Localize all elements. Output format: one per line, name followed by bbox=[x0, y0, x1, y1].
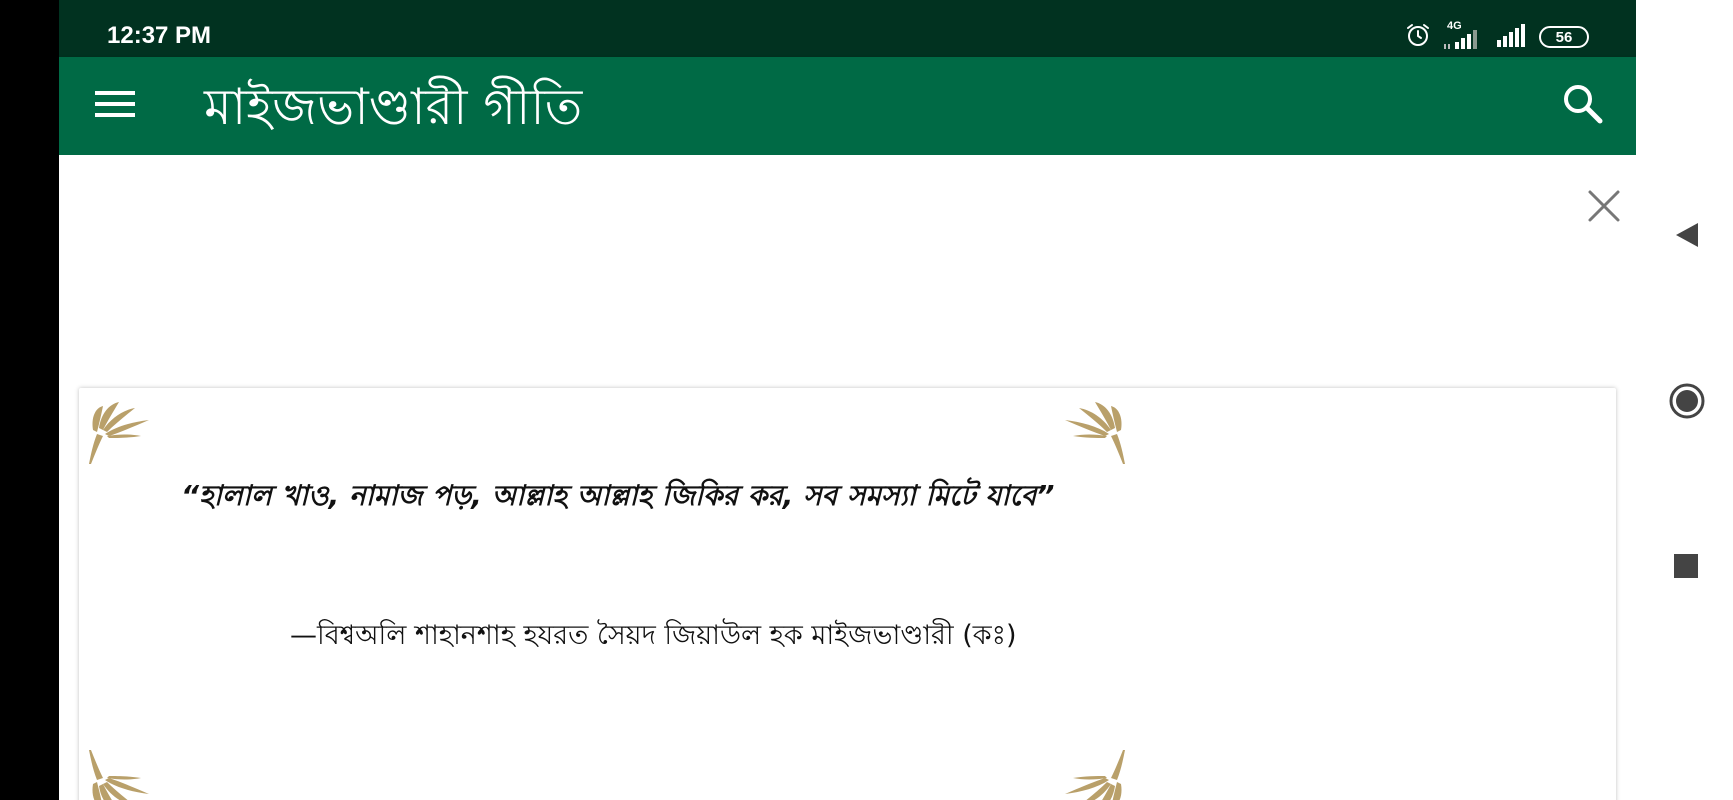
search-icon bbox=[1562, 83, 1604, 129]
app-bar: মাইজভাণ্ডারী গীতি bbox=[59, 57, 1636, 155]
back-triangle-icon bbox=[1676, 223, 1698, 247]
recents-square-icon bbox=[1674, 554, 1698, 578]
corner-ornament-icon bbox=[89, 750, 149, 800]
signal-4g-icon: 4G bbox=[1441, 20, 1485, 50]
signal-icon bbox=[1495, 22, 1529, 52]
alarm-icon bbox=[1405, 22, 1431, 52]
corner-ornament-icon bbox=[1065, 402, 1125, 464]
menu-button[interactable] bbox=[93, 84, 137, 128]
left-bezel bbox=[0, 0, 59, 800]
recents-button[interactable] bbox=[1673, 553, 1699, 579]
close-ad-button[interactable] bbox=[1584, 188, 1624, 228]
quote-card: “হালাল খাও, নামাজ পড়, আল্লাহ আল্লাহ জিক… bbox=[79, 388, 1616, 800]
hamburger-menu-icon bbox=[95, 88, 135, 124]
app-title: মাইজভাণ্ডারী গীতি bbox=[204, 78, 583, 136]
back-button[interactable] bbox=[1672, 220, 1702, 250]
quote-frame: “হালাল খাও, নামাজ পড়, আল্লাহ আল্লাহ জিক… bbox=[87, 396, 1137, 800]
search-button[interactable] bbox=[1560, 83, 1606, 129]
status-time: 12:37 PM bbox=[107, 22, 212, 49]
app-screen: 12:37 PM 4G 56 মাইজভাণ্ডারী গীতি “হালাল … bbox=[59, 0, 1636, 800]
corner-ornament-icon bbox=[1065, 750, 1125, 800]
home-circle-icon bbox=[1669, 383, 1705, 419]
quote-text: “হালাল খাও, নামাজ পড়, আল্লাহ আল্লাহ জিক… bbox=[181, 479, 1055, 512]
status-icons: 4G 56 bbox=[1405, 20, 1589, 52]
quote-author: —বিশ্বঅলি শাহানশাহ হযরত সৈয়দ জিয়াউল হক… bbox=[290, 620, 1017, 651]
home-button[interactable] bbox=[1668, 382, 1706, 420]
close-icon bbox=[1587, 189, 1621, 227]
corner-ornament-icon bbox=[89, 402, 149, 464]
system-nav-bar bbox=[1636, 0, 1733, 800]
battery-icon: 56 bbox=[1539, 26, 1589, 48]
ad-banner bbox=[59, 155, 1636, 375]
status-bar: 12:37 PM 4G 56 bbox=[59, 0, 1636, 57]
